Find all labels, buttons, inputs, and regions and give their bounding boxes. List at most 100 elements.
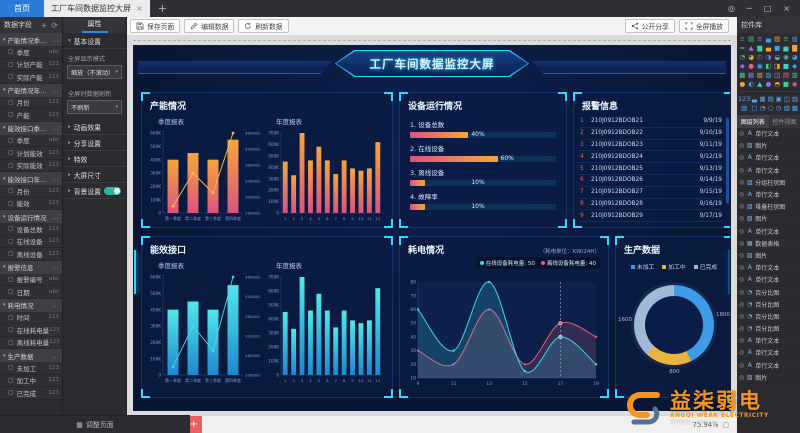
control-icon[interactable]: ≡ <box>782 35 791 43</box>
tab-control-view[interactable]: 控件视图 <box>769 115 800 128</box>
field-checkbox[interactable]: ▢ <box>8 162 14 169</box>
table-row[interactable]: 4210J0912BDOB249/12/19 <box>580 151 722 163</box>
control-icon[interactable]: ◫ <box>783 95 791 103</box>
layer-item[interactable]: ◎◔百分比图 <box>737 311 800 323</box>
control-icon[interactable]: ○ <box>767 104 775 112</box>
settings-icon[interactable]: ◎ <box>728 4 735 13</box>
control-icon[interactable]: ▨ <box>764 71 773 79</box>
close-tab-icon[interactable]: × <box>136 4 143 13</box>
legend-item[interactable]: 已完成 <box>694 262 717 271</box>
field-checkbox[interactable]: ▢ <box>8 187 14 194</box>
control-icon[interactable]: □ <box>750 104 758 112</box>
control-icon[interactable]: ▄ <box>764 44 773 52</box>
control-icon[interactable]: ◴ <box>755 53 764 61</box>
control-icon[interactable]: ▲ <box>755 80 764 88</box>
dashboard[interactable]: 工厂车间数据监控大屏 产能情况季度报表0100K200K300K400K500K… <box>133 45 731 411</box>
properties-tab[interactable]: 属性 <box>63 17 126 33</box>
eye-icon[interactable]: ◎ <box>739 301 744 308</box>
table-row[interactable]: 7210J0912BDOB279/15/19 <box>580 187 722 199</box>
eye-icon[interactable]: ◎ <box>739 313 744 320</box>
field-group-row[interactable]: ▾耗电情况… <box>0 299 62 312</box>
control-icon[interactable]: ▄ <box>764 35 773 43</box>
panel-capacity[interactable]: 产能情况季度报表0100K200K300K400K500K600K2600003… <box>141 92 393 228</box>
more-icon[interactable]: … <box>53 213 60 221</box>
eye-icon[interactable]: ◎ <box>739 337 744 344</box>
field-checkbox[interactable]: ▢ <box>8 377 14 384</box>
field-checkbox[interactable]: ▢ <box>8 250 14 257</box>
eye-icon[interactable]: ◎ <box>739 264 744 271</box>
field-group-row[interactable]: ▾设备运行情况… <box>0 210 62 223</box>
field-checkbox[interactable]: ▢ <box>8 61 14 68</box>
field-group-row[interactable]: ▾报警信息… <box>0 261 62 274</box>
field-row[interactable]: ▢月份123 <box>0 185 62 198</box>
field-group-row[interactable]: ▾能效接口季度报表… <box>0 122 62 135</box>
property-section[interactable]: ▸特效 <box>63 151 126 167</box>
panel-power[interactable]: 耗电情况（耗电单位：KW/24H）在线设备耗电量: 50离线设备耗电量: 401… <box>399 236 609 398</box>
field-row[interactable]: ▢离线设备123 <box>0 248 62 261</box>
property-section[interactable]: ▸分享设置 <box>63 135 126 151</box>
field-row[interactable]: ▢在线耗电量123 <box>0 324 62 337</box>
field-checkbox[interactable]: ▢ <box>8 200 14 207</box>
control-icon[interactable]: ▥ <box>791 95 799 103</box>
field-row[interactable]: ▢未加工123 <box>0 362 62 375</box>
field-row[interactable]: ▢产能123 <box>0 109 62 122</box>
table-row[interactable]: 9210J0912BDOB299/17/19 <box>580 210 722 222</box>
property-section[interactable]: ▸大屏尺寸 <box>63 167 126 183</box>
layer-item[interactable]: ◎A单行文本 <box>737 152 800 164</box>
table-row[interactable]: 3210J0912BDOB239/11/19 <box>580 140 722 152</box>
refresh-data-button[interactable]: 刷新数据 <box>238 19 288 33</box>
design-canvas[interactable]: 工厂车间数据监控大屏 产能情况季度报表0100K200K300K400K500K… <box>127 36 737 415</box>
eye-icon[interactable]: ◎ <box>739 289 744 296</box>
field-checkbox[interactable]: ▢ <box>8 73 14 80</box>
more-icon[interactable]: … <box>53 352 60 360</box>
field-checkbox[interactable]: ▢ <box>8 314 14 321</box>
layer-item[interactable]: ◎▨图片 <box>737 250 800 262</box>
field-row[interactable]: ▢已完成123 <box>0 387 62 400</box>
field-row[interactable]: ▢离线耗电量123 <box>0 337 62 350</box>
property-dropdown[interactable]: 缩放（不滚动）▾ <box>67 65 122 79</box>
eye-icon[interactable]: ◎ <box>739 374 744 381</box>
control-icon[interactable]: ▣ <box>755 62 764 70</box>
control-icon[interactable]: ▤ <box>782 71 791 79</box>
control-icon[interactable]: ▲ <box>747 44 756 52</box>
eye-icon[interactable]: ◎ <box>739 228 744 235</box>
layer-item[interactable]: ◎▦数据表格 <box>737 238 800 250</box>
field-checkbox[interactable]: ▢ <box>8 326 14 333</box>
tab-layer-list[interactable]: 图层列表 <box>737 115 769 128</box>
control-icon[interactable]: ◉ <box>782 53 791 61</box>
eye-icon[interactable]: ◎ <box>739 362 744 369</box>
field-row[interactable]: ▢时间123 <box>0 312 62 325</box>
legend-item[interactable]: 加工中 <box>662 262 685 271</box>
table-row[interactable]: 8210J0912BDOB289/16/19 <box>580 199 722 211</box>
control-icon[interactable]: ≡ <box>755 35 764 43</box>
control-icon[interactable]: ▦ <box>747 71 756 79</box>
control-icon[interactable]: ▃ <box>750 95 758 103</box>
close-icon[interactable]: × <box>783 4 790 13</box>
layer-item[interactable]: ◎A单行文本 <box>737 189 800 201</box>
control-icon[interactable]: ◆ <box>790 62 799 70</box>
field-group-row[interactable]: ▾产能情况年度报表… <box>0 84 62 97</box>
eye-icon[interactable]: ◎ <box>739 215 744 222</box>
save-page-button[interactable]: 保存页面 <box>130 19 180 33</box>
field-group-row[interactable]: ▾产能情况季度报表… <box>0 33 62 46</box>
layer-item[interactable]: ◎◔百分比图 <box>737 299 800 311</box>
field-row[interactable]: ▢实际产能123 <box>0 71 62 84</box>
control-icon[interactable]: ■ <box>773 44 782 52</box>
more-icon[interactable]: … <box>53 124 60 132</box>
control-icon[interactable]: ▩ <box>791 104 799 112</box>
layer-item[interactable]: ◎A单行文本 <box>737 226 800 238</box>
layer-item[interactable]: ◎◔百分比图 <box>737 323 800 335</box>
control-icon[interactable]: ▧ <box>755 71 764 79</box>
control-icon[interactable]: ▥ <box>790 71 799 79</box>
field-checkbox[interactable]: ▢ <box>8 48 14 55</box>
field-checkbox[interactable]: ▢ <box>8 288 14 295</box>
field-row[interactable]: ▢季度abc <box>0 135 62 148</box>
tab-home[interactable]: 首页 <box>0 0 44 17</box>
eye-icon[interactable]: ◎ <box>739 167 744 174</box>
control-icon[interactable]: ◒ <box>773 53 782 61</box>
field-checkbox[interactable]: ▢ <box>8 99 14 106</box>
edit-data-button[interactable]: 编辑数据 <box>184 19 234 33</box>
control-icon[interactable]: ◧ <box>764 62 773 70</box>
control-icon[interactable]: ▅ <box>782 44 791 52</box>
control-icon[interactable]: ▩ <box>738 71 747 79</box>
